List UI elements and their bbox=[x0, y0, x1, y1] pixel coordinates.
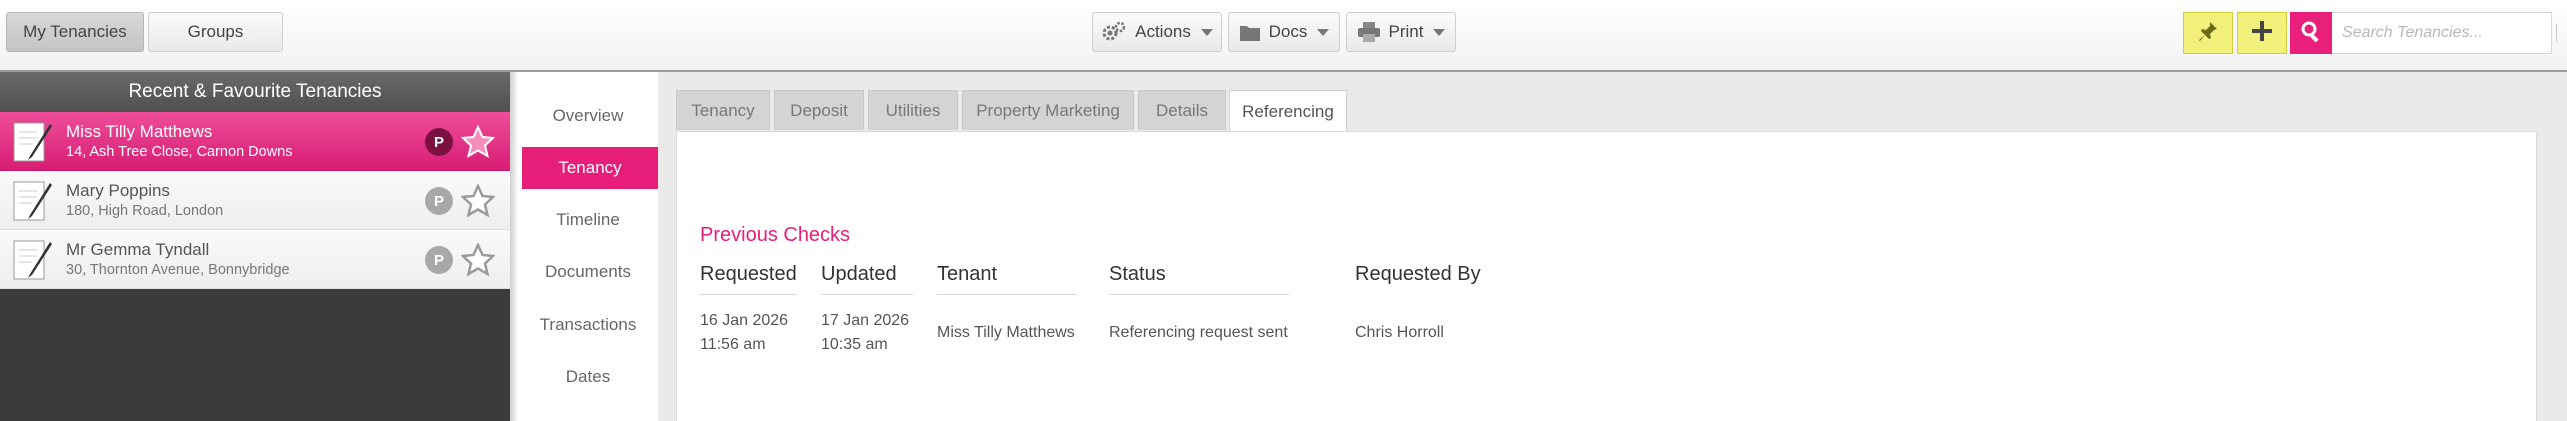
actions-label: Actions bbox=[1135, 22, 1191, 41]
tenancy-list-item[interactable]: Miss Tilly Matthews 14, Ash Tree Close, … bbox=[0, 112, 526, 171]
tenant-name: Mary Poppins bbox=[66, 181, 170, 200]
previous-checks-title: Previous Checks bbox=[700, 224, 851, 246]
tenancy-list-item[interactable]: Mary Poppins 180, High Road, London P bbox=[0, 171, 510, 230]
status-badge: P bbox=[425, 128, 453, 156]
tenancy-subnav: Overview Tenancy Timeline Documents Tran… bbox=[518, 72, 672, 421]
top-toolbar: My Tenancies Groups Actions Docs Print S… bbox=[0, 0, 2567, 72]
tenant-name: Mr Gemma Tyndall bbox=[66, 240, 210, 259]
tenancy-list-item[interactable]: Mr Gemma Tyndall 30, Thornton Avenue, Bo… bbox=[0, 230, 510, 289]
requested-date: 16 Jan 2026 bbox=[700, 312, 789, 329]
star-icon[interactable] bbox=[461, 243, 495, 277]
print-label: Print bbox=[1388, 22, 1424, 41]
tenancy-address: 14, Ash Tree Close, Carnon Downs bbox=[66, 144, 293, 160]
tab-deposit[interactable]: Deposit bbox=[774, 90, 864, 130]
document-pen-icon bbox=[13, 240, 52, 280]
requested-time: 11:56 am bbox=[700, 336, 766, 353]
groups-button[interactable]: Groups bbox=[148, 12, 283, 52]
tab-referencing[interactable]: Referencing bbox=[1229, 90, 1347, 132]
plus-icon bbox=[2250, 19, 2274, 48]
status-badge: P bbox=[425, 246, 453, 274]
tab-utilities[interactable]: Utilities bbox=[868, 90, 958, 130]
updated-time: 10:35 am bbox=[821, 336, 888, 353]
column-header-requested-by: Requested By bbox=[1355, 263, 1481, 285]
chevron-down-icon bbox=[1433, 28, 1446, 36]
subnav-tenancy[interactable]: Tenancy bbox=[522, 147, 672, 189]
status-badge: P bbox=[425, 187, 453, 215]
tab-tenancy[interactable]: Tenancy bbox=[676, 90, 770, 130]
document-pen-icon bbox=[13, 181, 52, 221]
chevron-down-icon bbox=[1200, 28, 1213, 36]
recent-tenancies-panel: Recent & Favourite Tenancies Miss Tilly … bbox=[0, 72, 526, 421]
print-dropdown[interactable]: Print bbox=[1346, 12, 1456, 52]
column-header-tenant: Tenant bbox=[937, 263, 1077, 295]
column-header-requested: Requested bbox=[700, 263, 797, 295]
tab-property-marketing[interactable]: Property Marketing bbox=[962, 90, 1134, 130]
star-icon[interactable] bbox=[461, 184, 495, 218]
row-status: Referencing request sent bbox=[1109, 324, 1288, 341]
panel-divider bbox=[510, 72, 518, 421]
folder-icon bbox=[1239, 22, 1261, 42]
my-tenancies-label: My Tenancies bbox=[23, 22, 127, 41]
pin-button[interactable] bbox=[2183, 12, 2233, 54]
docs-label: Docs bbox=[1268, 22, 1308, 41]
tenancy-address: 180, High Road, London bbox=[66, 203, 224, 219]
pin-icon bbox=[2196, 19, 2220, 48]
docs-dropdown[interactable]: Docs bbox=[1228, 12, 1340, 52]
subnav-documents[interactable]: Documents bbox=[518, 262, 658, 282]
subnav-overview[interactable]: Overview bbox=[518, 106, 658, 126]
tenant-name: Miss Tilly Matthews bbox=[66, 122, 213, 141]
subnav-dates[interactable]: Dates bbox=[518, 367, 658, 387]
groups-label: Groups bbox=[187, 22, 244, 41]
column-header-updated: Updated bbox=[821, 263, 913, 295]
updated-date: 17 Jan 2026 bbox=[821, 312, 910, 329]
subnav-timeline[interactable]: Timeline bbox=[518, 210, 658, 230]
row-tenant: Miss Tilly Matthews bbox=[937, 324, 1075, 341]
search-input[interactable] bbox=[2332, 12, 2552, 54]
tab-details[interactable]: Details bbox=[1138, 90, 1226, 130]
printer-icon bbox=[1357, 21, 1381, 43]
search-icon bbox=[2300, 20, 2322, 47]
gears-icon bbox=[1101, 21, 1127, 43]
add-button[interactable] bbox=[2237, 12, 2287, 54]
tenancy-address: 30, Thornton Avenue, Bonnybridge bbox=[66, 262, 290, 278]
resize-handle[interactable] bbox=[2556, 24, 2563, 42]
document-pen-icon bbox=[13, 122, 52, 162]
recent-tenancies-title: Recent & Favourite Tenancies bbox=[0, 72, 510, 112]
star-icon[interactable] bbox=[461, 125, 495, 159]
row-requested-by: Chris Horroll bbox=[1355, 324, 1444, 341]
actions-dropdown[interactable]: Actions bbox=[1092, 12, 1222, 52]
my-tenancies-button[interactable]: My Tenancies bbox=[6, 12, 144, 52]
column-header-status: Status bbox=[1109, 263, 1289, 295]
search-button[interactable] bbox=[2290, 12, 2332, 54]
subnav-transactions[interactable]: Transactions bbox=[518, 315, 658, 335]
chevron-down-icon bbox=[1317, 28, 1330, 36]
